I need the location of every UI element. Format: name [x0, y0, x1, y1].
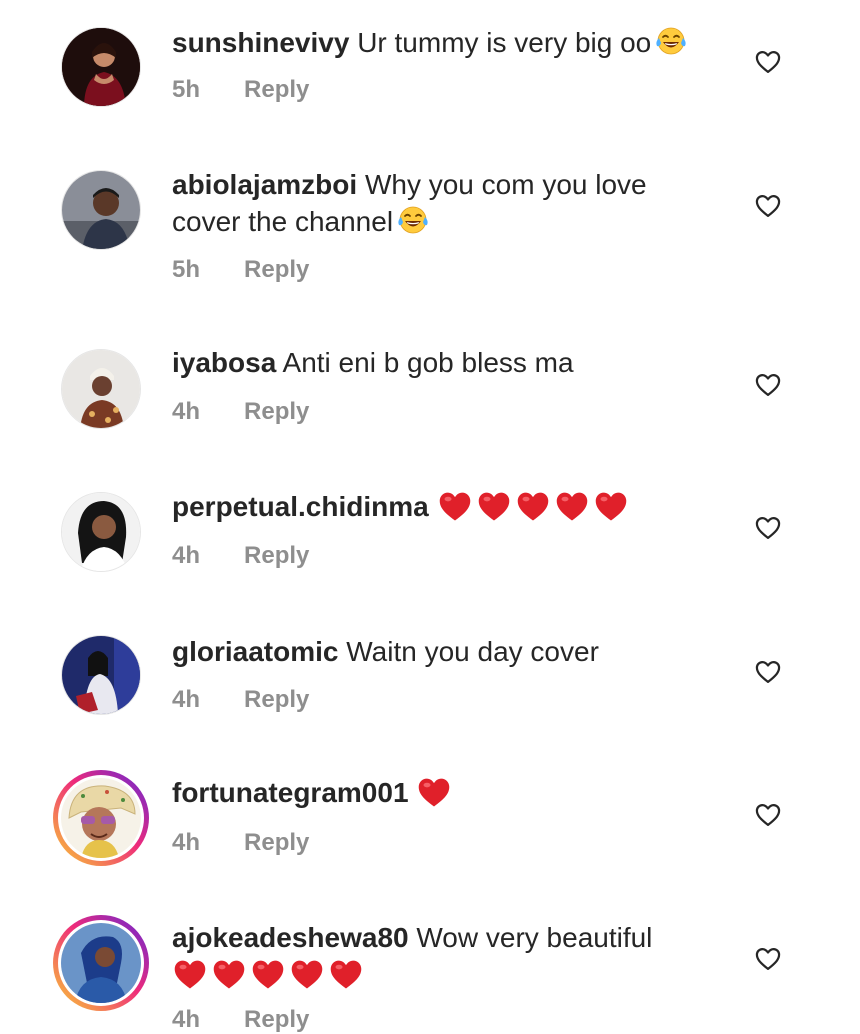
reply-button[interactable]: Reply: [244, 398, 309, 425]
heart-outline-icon[interactable]: [754, 658, 782, 686]
avatar-image: [61, 778, 141, 858]
comment-text: Wow very beautiful: [416, 922, 653, 953]
avatar-image: [61, 923, 141, 1003]
red-heart-emoji: [437, 490, 473, 522]
comment-body: ajokeadeshewa80 Wow very beautiful: [172, 919, 732, 999]
comment-item: abiolajamzboi Why you com you love cover…: [0, 140, 860, 320]
red-heart-emoji: [172, 958, 208, 990]
reply-button[interactable]: Reply: [244, 76, 309, 103]
reply-button[interactable]: Reply: [244, 829, 309, 856]
comment-time: 4h: [172, 829, 201, 856]
comment-body: fortunategram001: [172, 774, 732, 817]
red-heart-emoji: [416, 776, 452, 808]
tears-of-joy-emoji: [654, 26, 688, 56]
avatar-image: [62, 171, 140, 249]
comment-time: 5h: [172, 256, 201, 283]
heart-outline-icon[interactable]: [754, 945, 782, 973]
comment-time: 4h: [172, 686, 201, 713]
comment-meta: 4h Reply: [172, 542, 309, 570]
avatar-image: [62, 28, 140, 106]
comment-username[interactable]: fortunategram001: [172, 777, 409, 808]
red-heart-emoji: [211, 958, 247, 990]
avatar[interactable]: [61, 492, 141, 572]
red-heart-emoji: [328, 958, 364, 990]
red-heart-emoji: [515, 490, 551, 522]
avatar[interactable]: [61, 349, 141, 429]
comment-meta: 4h Reply: [172, 686, 309, 714]
comment-item: perpetual.chidinma 4h Reply: [0, 470, 860, 615]
red-heart-emoji: [289, 958, 325, 990]
reply-button[interactable]: Reply: [244, 1006, 309, 1033]
comment-body: abiolajamzboi Why you com you love cover…: [172, 166, 732, 240]
avatar-image: [62, 350, 140, 428]
comment-meta: 5h Reply: [172, 256, 309, 284]
heart-outline-icon[interactable]: [754, 371, 782, 399]
red-heart-emoji-group: [416, 776, 455, 817]
comment-body: sunshinevivy Ur tummy is very big oo: [172, 24, 732, 61]
red-heart-emoji: [593, 490, 629, 522]
red-heart-emoji: [476, 490, 512, 522]
comment-meta: 5h Reply: [172, 76, 309, 104]
comment-item: iyabosa Anti eni b gob bless ma 4h Reply: [0, 320, 860, 470]
comment-username[interactable]: gloriaatomic: [172, 636, 338, 667]
avatar-story-ring[interactable]: [53, 770, 149, 866]
heart-outline-icon[interactable]: [754, 48, 782, 76]
avatar-image: [62, 493, 140, 571]
red-heart-emoji-group: [437, 490, 632, 531]
comment-item: gloriaatomic Waitn you day cover 4h Reply: [0, 615, 860, 760]
comment-time: 4h: [172, 398, 201, 425]
comment-item: ajokeadeshewa80 Wow very beautiful 4h Rep…: [0, 905, 860, 1033]
comment-time: 5h: [172, 76, 201, 103]
comment-username[interactable]: perpetual.chidinma: [172, 491, 429, 522]
avatar[interactable]: [61, 635, 141, 715]
avatar-story-ring[interactable]: [53, 915, 149, 1011]
heart-outline-icon[interactable]: [754, 801, 782, 829]
reply-button[interactable]: Reply: [244, 256, 309, 283]
heart-outline-icon[interactable]: [754, 514, 782, 542]
reply-button[interactable]: Reply: [244, 686, 309, 713]
comment-time: 4h: [172, 542, 201, 569]
comment-text: Ur tummy is very big oo: [357, 27, 652, 58]
comment-item: fortunategram001 4h Reply: [0, 760, 860, 905]
comment-username[interactable]: ajokeadeshewa80: [172, 922, 409, 953]
comment-body: perpetual.chidinma: [172, 488, 732, 531]
comment-text: Why you com you love: [364, 169, 647, 200]
reply-button[interactable]: Reply: [244, 542, 309, 569]
avatar-image: [62, 636, 140, 714]
comment-username[interactable]: iyabosa: [172, 347, 276, 378]
comment-username[interactable]: sunshinevivy: [172, 27, 349, 58]
comment-text-line2: cover the channel: [172, 206, 394, 237]
tears-of-joy-emoji: [396, 205, 430, 235]
comment-body: gloriaatomic Waitn you day cover: [172, 633, 732, 670]
red-heart-emoji-group: [172, 958, 367, 999]
comment-meta: 4h Reply: [172, 398, 309, 426]
avatar[interactable]: [61, 170, 141, 250]
avatar[interactable]: [61, 27, 141, 107]
comment-meta: 4h Reply: [172, 1006, 309, 1034]
comment-body: iyabosa Anti eni b gob bless ma: [172, 344, 732, 381]
comment-item: sunshinevivy Ur tummy is very big oo 5h R…: [0, 0, 860, 140]
comment-username[interactable]: abiolajamzboi: [172, 169, 357, 200]
comment-time: 4h: [172, 1006, 201, 1033]
comment-text: Waitn you day cover: [346, 636, 599, 667]
red-heart-emoji: [250, 958, 286, 990]
red-heart-emoji: [554, 490, 590, 522]
heart-outline-icon[interactable]: [754, 192, 782, 220]
comment-text: Anti eni b gob bless ma: [282, 347, 574, 378]
comment-meta: 4h Reply: [172, 829, 309, 857]
